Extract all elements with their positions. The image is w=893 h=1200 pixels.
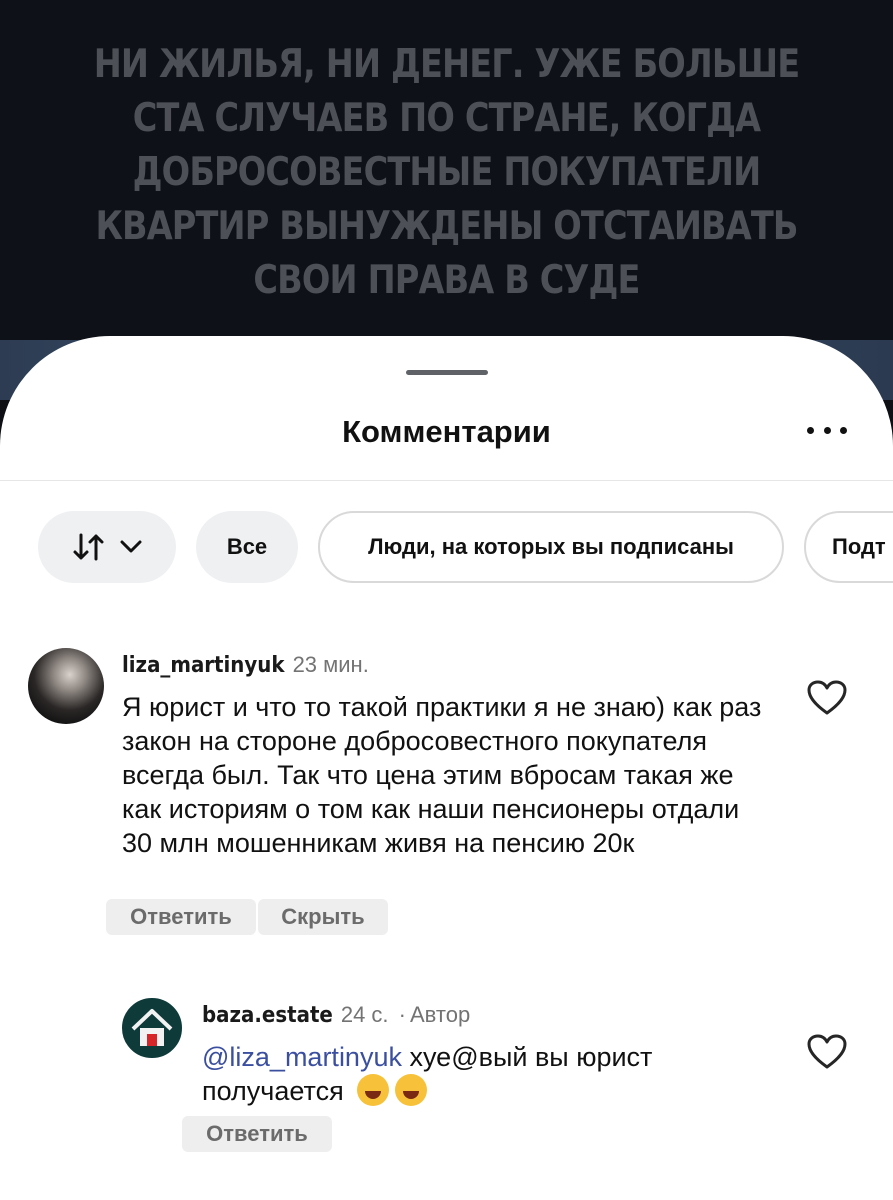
avatar[interactable]	[122, 998, 182, 1058]
chevron-down-icon	[120, 540, 142, 553]
story-caption: Ни жилья, ни денег. Уже больше ста случа…	[93, 42, 800, 303]
heart-outline-icon[interactable]	[807, 1034, 847, 1070]
reply-header: baza.estate 24 с. · Автор	[202, 1002, 470, 1028]
filter-chips: Все Люди, на которых вы подписаны Подт	[0, 511, 893, 587]
tears-of-joy-emoji	[395, 1074, 428, 1106]
meta-separator: ·	[398, 1002, 406, 1027]
comment-username[interactable]: liza_martinyuk	[122, 653, 285, 678]
more-horizontal-icon	[807, 426, 814, 434]
reply-text-block: @liza_martinyuk хуе@вый вы юрист получае…	[202, 1040, 742, 1108]
comment-text: Я юрист и что то такой практики я не зна…	[122, 692, 762, 858]
mention-link[interactable]: @liza_martinyuk	[202, 1042, 402, 1072]
comment-time: 23 мин.	[292, 652, 369, 677]
sort-arrows-icon	[73, 533, 104, 561]
comment-header: liza_martinyuk 23 мин.	[122, 652, 369, 678]
filter-chip-partial[interactable]: Подт	[804, 511, 893, 583]
more-options-button[interactable]	[807, 416, 847, 444]
sheet-grabber[interactable]	[406, 370, 488, 375]
filter-chip-following[interactable]: Люди, на которых вы подписаны	[318, 511, 784, 583]
house-logo-icon	[131, 1009, 173, 1046]
heart-outline-icon[interactable]	[807, 680, 847, 716]
more-dot	[840, 426, 847, 434]
reply-button[interactable]: Ответить	[106, 899, 256, 935]
rolling-on-floor-laughing-emoji	[357, 1074, 390, 1106]
reply-username[interactable]: baza.estate	[202, 1003, 333, 1028]
sort-button[interactable]	[38, 511, 176, 583]
reply-button[interactable]: Ответить	[182, 1116, 332, 1152]
author-tag: Автор	[410, 1002, 471, 1027]
hide-button[interactable]: Скрыть	[258, 899, 388, 935]
avatar[interactable]	[28, 648, 104, 724]
comments-sheet: Комментарии Все Люди, на которых вы подп…	[0, 336, 893, 1200]
divider	[0, 480, 893, 481]
more-dot	[823, 426, 831, 434]
reply-time: 24 с.	[340, 1002, 389, 1027]
sheet-title: Комментарии	[342, 414, 551, 449]
filter-chip-all[interactable]: Все	[196, 511, 298, 583]
